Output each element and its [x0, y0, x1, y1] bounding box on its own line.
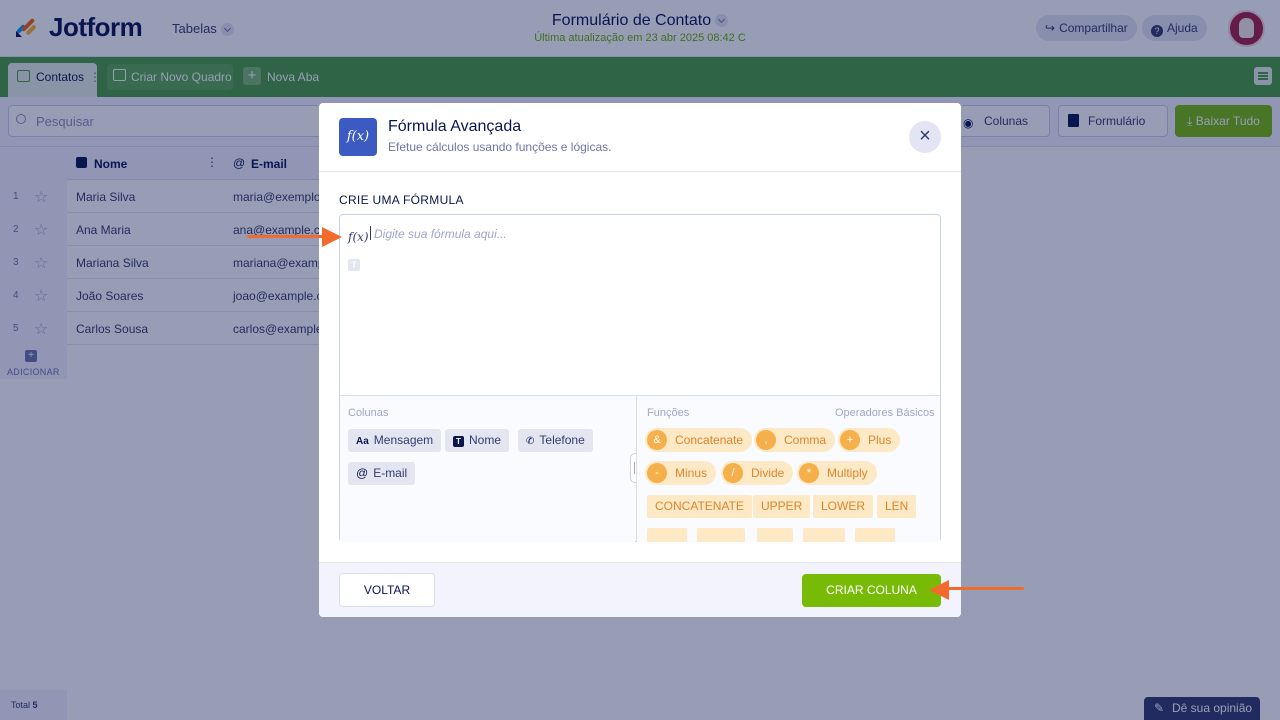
operator-label: Concatenate [675, 433, 744, 447]
columns-panel-title: Colunas [348, 407, 389, 419]
operator-label: Multiply [827, 466, 868, 480]
multiply-icon: * [799, 463, 819, 483]
operator-minus[interactable]: - Minus [645, 461, 717, 485]
plus-icon: + [840, 430, 860, 450]
annotation-arrow-left-icon [929, 580, 949, 600]
function-chip[interactable] [855, 528, 895, 542]
modal-subtitle: Efetue cálculos usando funções e lógicas… [388, 140, 612, 154]
function-chip[interactable] [647, 528, 687, 542]
annotation-arrow-shaft [948, 587, 1024, 590]
formula-editor[interactable]: f(x) Digite sua fórmula aqui... T Coluna… [339, 214, 941, 542]
functions-panel: Funções Operadores Básicos & Concatenate … [636, 396, 940, 542]
fx-icon: f(x) [348, 230, 369, 244]
close-icon[interactable]: × [909, 121, 941, 153]
advanced-formula-modal: f(x) Fórmula Avançada Efetue cálculos us… [319, 103, 961, 617]
create-column-button[interactable]: CRIAR COLUNA [802, 574, 941, 607]
function-len[interactable]: LEN [877, 495, 917, 518]
function-concatenate[interactable]: CONCATENATE [647, 495, 752, 518]
operator-divide[interactable]: / Divide [721, 461, 794, 485]
function-lower[interactable]: LOWER [813, 495, 874, 518]
modal-title: Fórmula Avançada [388, 118, 522, 135]
section-title: CRIE UMA FÓRMULA [339, 193, 464, 207]
formula-input[interactable]: Digite sua fórmula aqui... [374, 227, 507, 241]
columns-panel: Colunas Aa Mensagem T Nome ✆ Telefone @ E-ma… [340, 396, 635, 542]
text-icon: T [348, 259, 360, 271]
operator-comma[interactable]: , Comma [754, 428, 836, 452]
ampersand-icon: & [647, 430, 667, 450]
column-chip-mensagem[interactable]: Aa Mensagem [348, 429, 442, 452]
email-icon: @ [356, 466, 369, 480]
column-chip-label: Mensagem [373, 433, 434, 447]
functions-panel-title: Funções [647, 407, 690, 419]
formula-icon: f(x) [339, 118, 377, 156]
column-chip-label: E-mail [373, 466, 408, 480]
column-chip-telefone[interactable]: ✆ Telefone [518, 429, 593, 452]
annotation-arrow-shaft [247, 235, 327, 238]
annotation-arrow-right-icon [322, 227, 342, 247]
text-caret [370, 226, 371, 240]
operator-label: Plus [868, 433, 892, 447]
column-chip-label: Telefone [539, 433, 585, 447]
operator-label: Comma [784, 433, 827, 447]
modal-footer: VOLTAR CRIAR COLUNA [319, 562, 961, 617]
operator-label: Minus [675, 466, 708, 480]
divide-icon: / [723, 463, 743, 483]
operator-label: Divide [751, 466, 785, 480]
minus-icon: - [647, 463, 667, 483]
divider [319, 171, 961, 172]
operator-concatenate[interactable]: & Concatenate [645, 428, 753, 452]
column-chip-nome[interactable]: T Nome [445, 429, 510, 452]
back-button[interactable]: VOLTAR [339, 573, 435, 607]
column-chip-label: Nome [469, 433, 502, 447]
text-field-icon: T [453, 436, 464, 447]
operator-multiply[interactable]: * Multiply [797, 461, 877, 485]
operators-panel-title: Operadores Básicos [835, 407, 935, 419]
function-chip[interactable] [803, 528, 845, 542]
comma-icon: , [756, 430, 776, 450]
operator-plus[interactable]: + Plus [838, 428, 901, 452]
column-chip-email[interactable]: @ E-mail [348, 462, 416, 485]
function-upper[interactable]: UPPER [753, 495, 811, 518]
function-chip[interactable] [697, 528, 745, 542]
text-area-icon: Aa [356, 436, 369, 447]
phone-icon: ✆ [526, 436, 535, 447]
function-chip[interactable] [757, 528, 793, 542]
